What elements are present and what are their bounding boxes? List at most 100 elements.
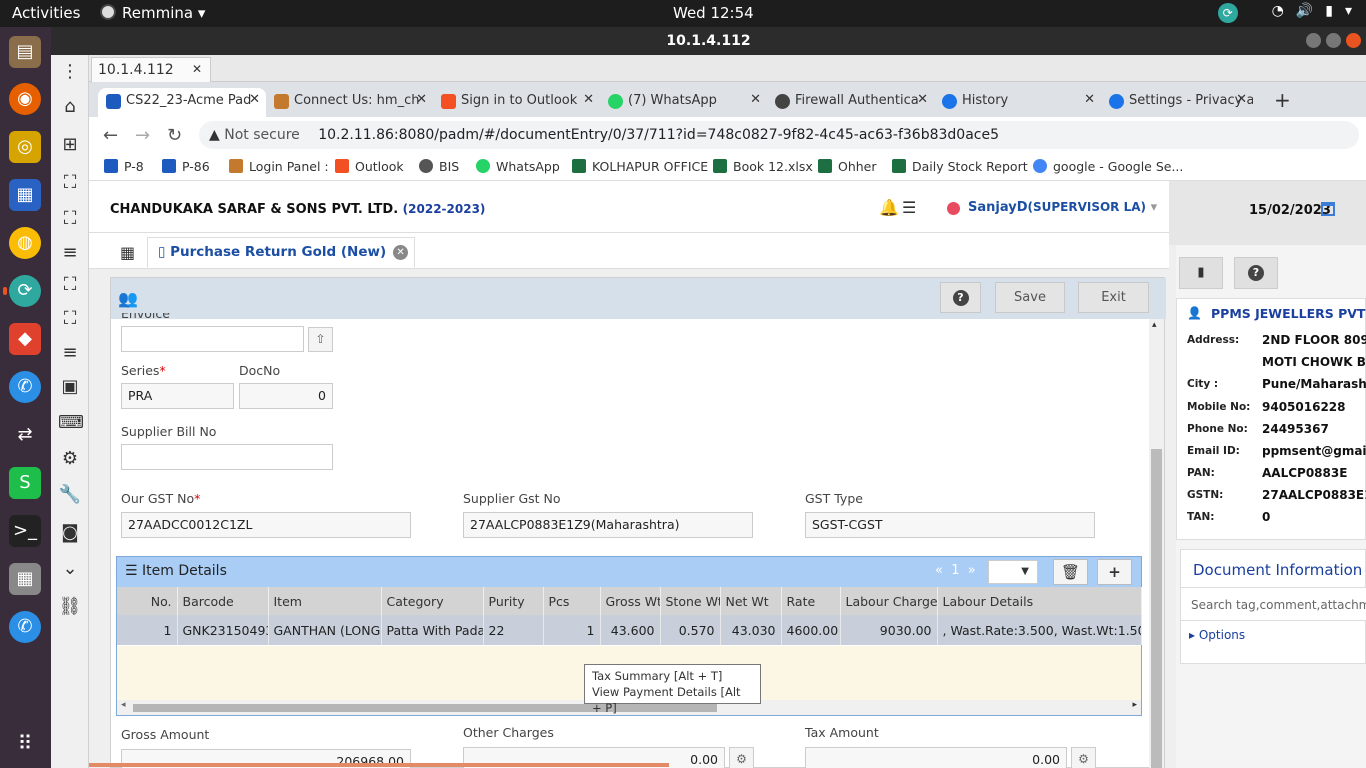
scroll-up-icon[interactable]: ▴ <box>1152 320 1157 330</box>
address-bar[interactable]: ▲ Not secure 10.2.11.86:8080/padm/#/docu… <box>199 121 1359 149</box>
col-header[interactable]: Labour Details <box>937 587 1142 615</box>
bookmark-daily-stock[interactable]: Daily Stock Report <box>892 159 1028 174</box>
cell-labour-details[interactable]: , Wast.Rate:3.500, Wast.Wt:1.506, C <box>937 615 1142 645</box>
bookmark-p86[interactable]: P-86 <box>162 159 210 174</box>
bookmark-kolhapur[interactable]: KOLHAPUR OFFICE <box>572 159 708 174</box>
fullscreen-icon[interactable]: ⛶ <box>58 171 82 195</box>
col-header[interactable]: Barcode <box>177 587 269 615</box>
clock[interactable]: Wed 12:54 <box>673 4 754 22</box>
browser-tab-3[interactable]: (7) WhatsApp ✕ <box>600 88 767 117</box>
browser-tab-6[interactable]: Settings - Privacy a ✕ <box>1101 88 1253 117</box>
browser-tab-4[interactable]: Firewall Authentica ✕ <box>767 88 934 117</box>
cell-gross-wt[interactable]: 43.600 <box>600 615 661 645</box>
media-player-icon[interactable]: ◎ <box>9 131 41 163</box>
cell-category[interactable]: Patta With Padak <box>381 615 484 645</box>
bookmark-ohher[interactable]: Ohher <box>818 159 877 174</box>
dynamic-resolution-icon[interactable]: ⛶ <box>58 307 82 331</box>
gst-type-input[interactable]: SGST-CGST <box>805 512 1095 538</box>
keyboard-icon[interactable]: ⌨ <box>58 411 84 435</box>
settings-icon[interactable]: ⚙ <box>58 447 82 471</box>
tax-amount-input[interactable]: 0.00 <box>805 747 1067 768</box>
bookmark-p8[interactable]: P-8 <box>104 159 144 174</box>
upload-icon[interactable]: ⇧ <box>308 327 333 352</box>
sheets-icon[interactable]: S <box>9 467 41 499</box>
remmina-connection-tab[interactable]: 10.1.4.112 ✕ <box>91 57 211 82</box>
files-cabinet-icon[interactable]: ▤ <box>9 36 41 68</box>
screenshot-icon[interactable]: ◙ <box>58 521 82 545</box>
more-vert-icon[interactable]: ⋮ <box>58 60 82 84</box>
phone2-icon[interactable]: ✆ <box>9 611 41 643</box>
supplier-gst-input[interactable]: 27AALCP0883E1Z9(Maharashtra) <box>463 512 753 538</box>
col-header[interactable]: Purity <box>483 587 544 615</box>
cell-labour-charges[interactable]: 9030.00 <box>840 615 938 645</box>
delete-row-button[interactable]: 🗑 <box>1053 559 1088 585</box>
cell-barcode[interactable]: GNK23150493 <box>177 615 269 645</box>
browser-tab-0[interactable]: CS22_23-Acme Pad ✕ <box>98 88 266 117</box>
firefox-icon[interactable]: ◉ <box>9 83 41 115</box>
bookmark-whatsapp[interactable]: WhatsApp <box>476 159 560 174</box>
panel-help-button[interactable]: ? <box>1234 257 1278 289</box>
close-tab-icon[interactable]: ✕ <box>583 92 594 107</box>
our-gst-input[interactable]: 27AADCC0012C1ZL <box>121 512 411 538</box>
other-charges-calc-icon[interactable]: ⚙ <box>729 747 754 768</box>
tools-icon[interactable]: 🔧 <box>58 483 82 507</box>
document-viewer-icon[interactable]: ▦ <box>9 179 41 211</box>
col-header[interactable]: Stone Wt <box>660 587 721 615</box>
new-tab-icon[interactable]: + <box>1274 88 1291 112</box>
calculator-icon[interactable]: ▦ <box>9 563 41 595</box>
forward-icon[interactable]: → <box>135 125 150 146</box>
cell-stone-wt[interactable]: 0.570 <box>660 615 721 645</box>
envoice-input[interactable] <box>121 326 304 352</box>
bookmark-google[interactable]: google - Google Se... <box>1033 159 1183 174</box>
app-menu[interactable]: Remmina ▾ <box>100 4 205 22</box>
col-header[interactable]: Item <box>268 587 382 615</box>
warning-icon[interactable]: ▲ <box>209 127 220 143</box>
supplier-bill-input[interactable] <box>121 444 333 470</box>
browser-tab-5[interactable]: History ✕ <box>934 88 1101 117</box>
calendar-icon[interactable] <box>1321 202 1335 216</box>
disconnect-icon[interactable]: ⛓ <box>58 595 82 619</box>
home-icon[interactable]: ⌂ <box>58 95 82 119</box>
col-header[interactable]: No. <box>117 587 178 615</box>
docinfo-search-input[interactable]: Search tag,comment,attachment <box>1181 587 1366 621</box>
pager[interactable]: « 1 » <box>935 563 976 578</box>
fit-window-icon[interactable]: ⛶ <box>58 207 82 231</box>
col-header[interactable]: Net Wt <box>720 587 782 615</box>
vertical-scrollbar[interactable]: ▴ <box>1149 319 1164 768</box>
terminal-icon[interactable]: >_ <box>9 515 41 547</box>
browser-tab-1[interactable]: Connect Us: hm_ch ✕ <box>266 88 433 117</box>
exit-button[interactable]: Exit <box>1078 282 1149 313</box>
new-connection-icon[interactable]: ⊞ <box>58 133 82 157</box>
back-icon[interactable]: ← <box>103 125 118 146</box>
cell-item[interactable]: GANTHAN (LONG) <box>268 615 382 645</box>
user-menu[interactable]: SanjayD(SUPERVISOR LA) ▾ <box>968 200 1157 215</box>
browser-tab-2[interactable]: Sign in to Outlook ✕ <box>433 88 600 117</box>
cell-no[interactable]: 1 <box>117 615 178 645</box>
vertical-scroll-thumb[interactable] <box>1151 449 1162 768</box>
scale-icon[interactable]: ⛶ <box>58 273 82 297</box>
close-tab-icon[interactable]: ✕ <box>1236 92 1247 107</box>
chrome-icon[interactable]: ◍ <box>9 227 41 259</box>
help-button[interactable]: ? <box>940 282 981 313</box>
scroll-left-icon[interactable]: ◂ <box>121 700 126 710</box>
page-size-select[interactable]: ▼ <box>988 560 1038 584</box>
minimize-icon[interactable] <box>1306 33 1321 48</box>
ledger-book-button[interactable]: ▮ <box>1179 257 1223 289</box>
maximize-icon[interactable] <box>1326 33 1341 48</box>
bookmark-outlook[interactable]: Outlook <box>335 159 404 174</box>
add-row-button[interactable]: + <box>1097 559 1132 585</box>
options-link[interactable]: ▸ Options <box>1189 628 1245 642</box>
phone-icon[interactable]: ✆ <box>9 371 41 403</box>
bookmark-book12[interactable]: Book 12.xlsx <box>713 159 813 174</box>
docno-input[interactable]: 0 <box>239 383 333 409</box>
col-header[interactable]: Pcs <box>543 587 601 615</box>
bookmark-bis[interactable]: BIS <box>419 159 459 174</box>
close-tab-icon[interactable]: ✕ <box>192 62 202 76</box>
network-icon[interactable]: ⇄ <box>9 419 41 451</box>
close-tab-icon[interactable]: ✕ <box>416 92 427 107</box>
cell-purity[interactable]: 22 <box>483 615 544 645</box>
system-tray[interactable]: ⟳ ◔ 🔊 ▮ ▾ <box>1217 3 1352 23</box>
reload-icon[interactable]: ↻ <box>167 125 182 146</box>
cell-rate[interactable]: 4600.00 <box>781 615 841 645</box>
cell-net-wt[interactable]: 43.030 <box>720 615 782 645</box>
